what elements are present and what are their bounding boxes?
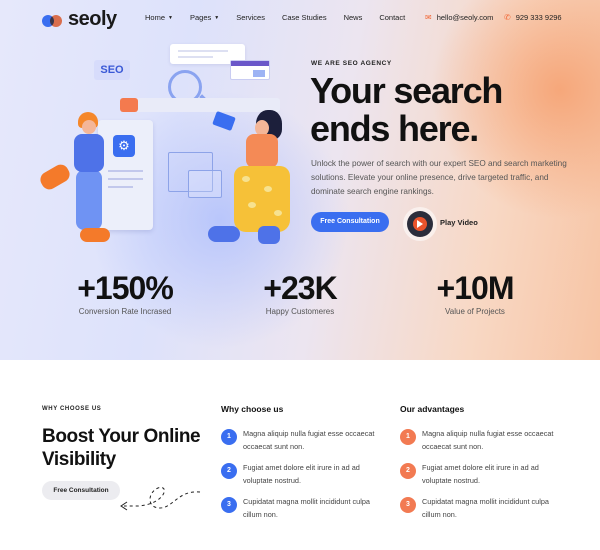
logo-text: seoly xyxy=(68,8,117,30)
play-video-button[interactable] xyxy=(407,211,433,237)
free-consultation-secondary-button[interactable]: Free Consultation xyxy=(42,481,120,500)
list-item: 3 Cupidatat magna mollit incididunt culp… xyxy=(400,496,570,522)
menu-item-news[interactable]: News xyxy=(344,13,363,22)
stat-label: Value of Projects xyxy=(445,307,505,316)
dashed-arrow-icon xyxy=(120,487,201,511)
why-choose-heading: Why choose us xyxy=(221,404,284,414)
document-shape: ⚙ xyxy=(98,120,153,230)
free-consultation-button[interactable]: Free Consultation xyxy=(311,212,389,232)
menu-item-case-studies[interactable]: Case Studies xyxy=(282,13,327,22)
menu-item-pages[interactable]: Pages ▼ xyxy=(190,13,219,22)
stat-value: +23K xyxy=(263,270,337,306)
list-item-text: Cupidatat magna mollit incididunt culpa … xyxy=(243,497,370,519)
number-badge: 2 xyxy=(221,463,237,479)
number-badge: 3 xyxy=(221,497,237,513)
logo-icon xyxy=(42,13,64,27)
stat-value: +10M xyxy=(436,270,515,306)
chevron-down-icon: ▼ xyxy=(214,14,220,21)
chevron-down-icon: ▼ xyxy=(168,14,173,21)
stat-label: Happy Customeres xyxy=(265,307,335,316)
stat-value: +150% xyxy=(77,270,174,306)
stat-projects: +10M Value of Projects xyxy=(405,270,545,316)
person-right xyxy=(246,134,278,168)
menu-item-services[interactable]: Services xyxy=(236,13,265,22)
stat-conversion: +150% Conversion Rate Incrased xyxy=(55,270,195,316)
gear-icon: ⚙ xyxy=(113,135,135,157)
menu-item-contact[interactable]: Contact xyxy=(379,13,405,22)
list-item: 2 Fugiat amet dolore elit irure in ad ad… xyxy=(221,462,391,488)
search-bar-shape xyxy=(120,98,280,112)
list-item-text: Magna aliquip nulla fugiat esse occaecat… xyxy=(422,429,554,451)
browser-window-icon xyxy=(230,60,270,80)
our-advantages-heading: Our advantages xyxy=(400,404,465,414)
list-item-text: Magna aliquip nulla fugiat esse occaecat… xyxy=(243,429,375,451)
number-badge: 1 xyxy=(400,429,416,445)
page: seoly Home ▼ Pages ▼ Services Case Studies… xyxy=(0,0,600,550)
stat-label: Conversion Rate Incrased xyxy=(78,307,172,316)
list-item-text: Fugiat amet dolore elit irure in ad ad v… xyxy=(243,463,360,485)
email-link[interactable]: ✉ hello@seoly.com xyxy=(425,13,493,22)
list-item: 2 Fugiat amet dolore elit irure in ad ad… xyxy=(400,462,570,488)
top-navigation: seoly Home ▼ Pages ▼ Services Case Studies… xyxy=(0,0,600,36)
list-item: 1 Magna aliquip nulla fugiat esse occaec… xyxy=(221,428,391,454)
main-menu: Home ▼ Pages ▼ Services Case Studies News … xyxy=(145,13,422,22)
phone-link[interactable]: ✆ 929 333 9296 xyxy=(504,13,562,22)
why-title: Boost Your Online Visibility xyxy=(42,426,201,470)
person-left xyxy=(74,134,104,172)
play-icon xyxy=(417,220,423,228)
seo-badge: SEO xyxy=(94,60,130,80)
menu-item-home[interactable]: Home ▼ xyxy=(145,13,173,22)
list-item: 1 Magna aliquip nulla fugiat esse occaec… xyxy=(400,428,570,454)
phone-text: 929 333 9296 xyxy=(515,13,562,22)
hero-section: seoly Home ▼ Pages ▼ Services Case Studies… xyxy=(0,0,600,360)
phone-icon: ✆ xyxy=(504,13,511,22)
email-text: hello@seoly.com xyxy=(436,13,494,22)
why-eyebrow: WHY CHOOSE US xyxy=(42,406,102,412)
hero-illustration: SEO ⚙ xyxy=(37,40,298,255)
mail-icon: ✉ xyxy=(425,13,432,22)
hero-description: Unlock the power of search with our expe… xyxy=(311,159,567,196)
list-item-text: Fugiat amet dolore elit irure in ad ad v… xyxy=(422,463,539,485)
number-badge: 1 xyxy=(221,429,237,445)
number-badge: 2 xyxy=(400,463,416,479)
hero-eyebrow: WE ARE SEO AGENCY xyxy=(311,60,392,67)
number-badge: 3 xyxy=(400,497,416,513)
brand-logo[interactable]: seoly xyxy=(42,8,117,31)
play-video-label[interactable]: Play Video xyxy=(440,218,478,227)
list-item-text: Cupidatat magna mollit incididunt culpa … xyxy=(422,497,549,519)
stat-customers: +23K Happy Customeres xyxy=(230,270,370,316)
list-item: 3 Cupidatat magna mollit incididunt culp… xyxy=(221,496,391,522)
tablet-icon xyxy=(212,111,236,131)
hero-title: Your search ends here. xyxy=(310,70,503,149)
